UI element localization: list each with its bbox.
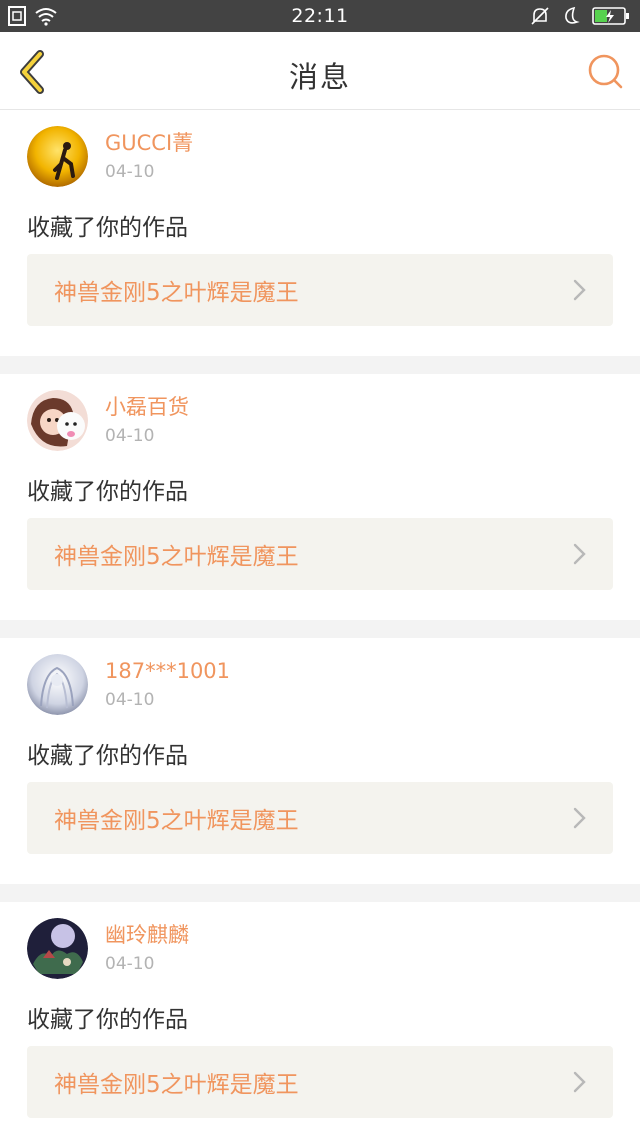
separator	[0, 356, 640, 374]
work-link[interactable]: 神兽金刚5之叶辉是魔王	[27, 518, 613, 590]
separator	[0, 884, 640, 902]
work-link[interactable]: 神兽金刚5之叶辉是魔王	[27, 254, 613, 326]
message-card: 幽玲麒麟 04-10 收藏了你的作品 神兽金刚5之叶辉是魔王	[0, 902, 640, 1138]
message-date: 04-10	[105, 162, 155, 182]
nav-bar: 消息	[0, 32, 640, 110]
work-link[interactable]: 神兽金刚5之叶辉是魔王	[27, 782, 613, 854]
moon-icon	[565, 6, 580, 24]
user-row: GUCCI菁 04-10	[27, 126, 613, 190]
avatar[interactable]	[27, 390, 88, 451]
avatar[interactable]	[27, 654, 88, 715]
message-card: 小磊百货 04-10 收藏了你的作品 神兽金刚5之叶辉是魔王	[0, 374, 640, 620]
chevron-right-icon	[573, 1071, 586, 1093]
work-title: 神兽金刚5之叶辉是魔王	[54, 544, 299, 570]
message-card: GUCCI菁 04-10 收藏了你的作品 神兽金刚5之叶辉是魔王	[0, 110, 640, 356]
user-row: 小磊百货 04-10	[27, 390, 613, 454]
status-right-icons	[530, 6, 630, 26]
avatar[interactable]	[27, 918, 88, 979]
chevron-right-icon	[573, 807, 586, 829]
username[interactable]: GUCCI菁	[105, 130, 193, 156]
username[interactable]: 小磊百货	[105, 394, 189, 420]
username[interactable]: 幽玲麒麟	[105, 922, 189, 948]
message-date: 04-10	[105, 426, 155, 446]
message-date: 04-10	[105, 954, 155, 974]
page-title: 消息	[288, 60, 351, 94]
separator	[0, 620, 640, 638]
username[interactable]: 187***1001	[105, 658, 230, 684]
work-title: 神兽金刚5之叶辉是魔王	[54, 808, 299, 834]
user-row: 幽玲麒麟 04-10	[27, 918, 613, 982]
mute-bell-icon	[531, 7, 549, 25]
message-date: 04-10	[105, 690, 155, 710]
battery-charging-icon	[592, 7, 629, 25]
message-card: 187***1001 04-10 收藏了你的作品 神兽金刚5之叶辉是魔王	[0, 638, 640, 884]
action-text: 收藏了你的作品	[27, 479, 188, 505]
work-title: 神兽金刚5之叶辉是魔王	[54, 280, 299, 306]
avatar[interactable]	[27, 126, 88, 187]
search-icon[interactable]	[586, 52, 624, 90]
work-link[interactable]: 神兽金刚5之叶辉是魔王	[27, 1046, 613, 1118]
status-bar: 22:11	[0, 0, 640, 32]
action-text: 收藏了你的作品	[27, 215, 188, 241]
work-title: 神兽金刚5之叶辉是魔王	[54, 1072, 299, 1098]
user-row: 187***1001 04-10	[27, 654, 613, 718]
action-text: 收藏了你的作品	[27, 1007, 188, 1033]
chevron-right-icon	[573, 279, 586, 301]
chevron-right-icon	[573, 543, 586, 565]
action-text: 收藏了你的作品	[27, 743, 188, 769]
